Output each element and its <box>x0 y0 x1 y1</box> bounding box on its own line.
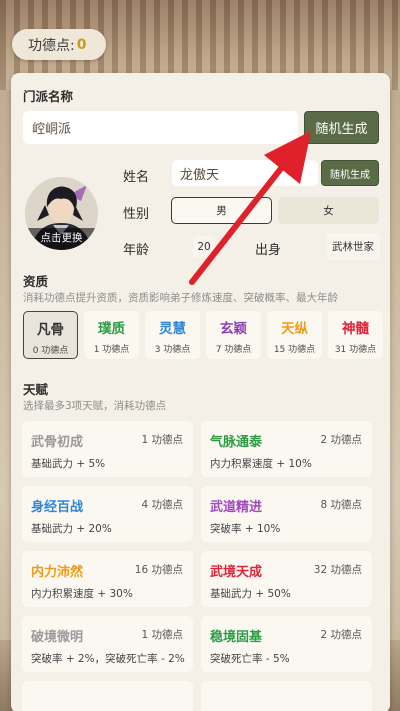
merit-value: 0 <box>76 36 87 53</box>
sect-name-input[interactable]: 崆峒派 <box>23 111 298 144</box>
talent-name: 内力沛然 <box>31 565 84 580</box>
avatar-change-caption: 点击更换 <box>25 228 98 250</box>
aptitude-name: 灵慧 <box>159 321 186 337</box>
aptitude-option-tianzong[interactable]: 天纵 15 功德点 <box>267 311 322 359</box>
aptitude-name: 天纵 <box>281 321 308 337</box>
talent-cost: 2 功德点 <box>320 434 362 446</box>
talent-card[interactable]: 内力沛然 16 功德点 内力积累速度 + 30% <box>22 551 193 607</box>
talent-cost: 32 功德点 <box>313 564 362 576</box>
aptitude-option-shensui[interactable]: 神髓 31 功德点 <box>328 311 383 359</box>
talent-name: 武道精进 <box>210 500 263 515</box>
sect-random-button[interactable]: 随机生成 <box>304 111 379 144</box>
avatar[interactable]: 点击更换 <box>25 177 98 250</box>
aptitude-cost: 7 功德点 <box>215 345 252 355</box>
age-value[interactable]: 20 <box>193 236 215 258</box>
talent-cost: 16 功德点 <box>134 564 183 576</box>
aptitude-name: 凡骨 <box>37 322 64 338</box>
create-disciple-panel: 门派名称 崆峒派 随机生成 点击更换 姓名 龙傲天 随机生成 性别 男 女 年龄… <box>11 73 390 711</box>
talent-desc: 内力积累速度 + 10% <box>210 458 312 470</box>
talent-desc: 突破率 + 10% <box>210 523 281 535</box>
aptitude-title: 资质 <box>23 274 49 289</box>
sect-name-title: 门派名称 <box>23 89 74 104</box>
merit-label: 功德点: <box>28 37 75 54</box>
origin-label: 出身 <box>255 243 282 258</box>
name-label: 姓名 <box>123 170 150 185</box>
aptitude-option-xuanying[interactable]: 玄颖 7 功德点 <box>206 311 261 359</box>
talent-title: 天赋 <box>23 382 49 397</box>
talent-desc: 突破率 + 2%，突破死亡率 - 2% <box>31 653 185 665</box>
name-value: 龙傲天 <box>180 167 220 183</box>
age-label: 年龄 <box>123 243 150 258</box>
aptitude-cost: 3 功德点 <box>154 345 191 355</box>
talent-cost: 2 功德点 <box>320 629 362 641</box>
talent-name: 稳境固基 <box>210 630 263 645</box>
talent-card-partial[interactable] <box>22 681 193 711</box>
talent-card-partial[interactable] <box>201 681 372 711</box>
talent-card[interactable]: 身经百战 4 功德点 基础武力 + 20% <box>22 486 193 542</box>
talent-name: 破境微明 <box>31 630 84 645</box>
talent-card[interactable]: 武骨初成 1 功德点 基础武力 + 5% <box>22 421 193 477</box>
origin-select[interactable]: 武林世家 <box>326 233 380 260</box>
talent-cost: 1 功德点 <box>141 434 183 446</box>
talent-desc: 基础武力 + 20% <box>31 523 112 535</box>
aptitude-cost: 0 功德点 <box>32 346 69 356</box>
talent-card[interactable]: 武境天成 32 功德点 基础武力 + 50% <box>201 551 372 607</box>
name-random-button[interactable]: 随机生成 <box>321 160 379 186</box>
aptitude-subtitle: 消耗功德点提升资质，资质影响弟子修炼速度、突破概率、最大年龄 <box>23 292 338 304</box>
gender-label: 性别 <box>123 207 150 222</box>
aptitude-cost: 31 功德点 <box>334 345 377 355</box>
talent-name: 武境天成 <box>210 565 263 580</box>
talent-desc: 内力积累速度 + 30% <box>31 588 133 600</box>
talent-desc: 基础武力 + 5% <box>31 458 106 470</box>
talent-subtitle: 选择最多3项天赋，消耗功德点 <box>23 400 167 412</box>
talent-cost: 8 功德点 <box>320 499 362 511</box>
aptitude-name: 璞质 <box>98 321 125 337</box>
talent-desc: 突破死亡率 - 5% <box>210 653 290 665</box>
aptitude-option-fangu[interactable]: 凡骨 0 功德点 <box>23 311 78 359</box>
talent-name: 身经百战 <box>31 500 84 515</box>
gender-male-button[interactable]: 男 <box>171 197 272 224</box>
talent-card[interactable]: 气脉通泰 2 功德点 内力积累速度 + 10% <box>201 421 372 477</box>
gender-female-button[interactable]: 女 <box>278 197 379 224</box>
talent-name: 气脉通泰 <box>210 435 263 450</box>
talent-card[interactable]: 武道精进 8 功德点 突破率 + 10% <box>201 486 372 542</box>
talent-cost: 1 功德点 <box>141 629 183 641</box>
talent-cost: 4 功德点 <box>141 499 183 511</box>
aptitude-option-linghui[interactable]: 灵慧 3 功德点 <box>145 311 200 359</box>
aptitude-name: 玄颖 <box>220 321 247 337</box>
talent-name: 武骨初成 <box>31 435 84 450</box>
sect-name-value: 崆峒派 <box>32 122 72 137</box>
aptitude-name: 神髓 <box>342 321 369 337</box>
aptitude-cost: 1 功德点 <box>93 345 130 355</box>
aptitude-cost: 15 功德点 <box>273 345 316 355</box>
talent-desc: 基础武力 + 50% <box>210 588 291 600</box>
merit-points-chip: 功德点: 0 <box>12 29 106 60</box>
talent-card[interactable]: 破境微明 1 功德点 突破率 + 2%，突破死亡率 - 2% <box>22 616 193 672</box>
name-input[interactable]: 龙傲天 <box>172 160 318 186</box>
aptitude-option-puzhi[interactable]: 璞质 1 功德点 <box>84 311 139 359</box>
talent-card[interactable]: 稳境固基 2 功德点 突破死亡率 - 5% <box>201 616 372 672</box>
